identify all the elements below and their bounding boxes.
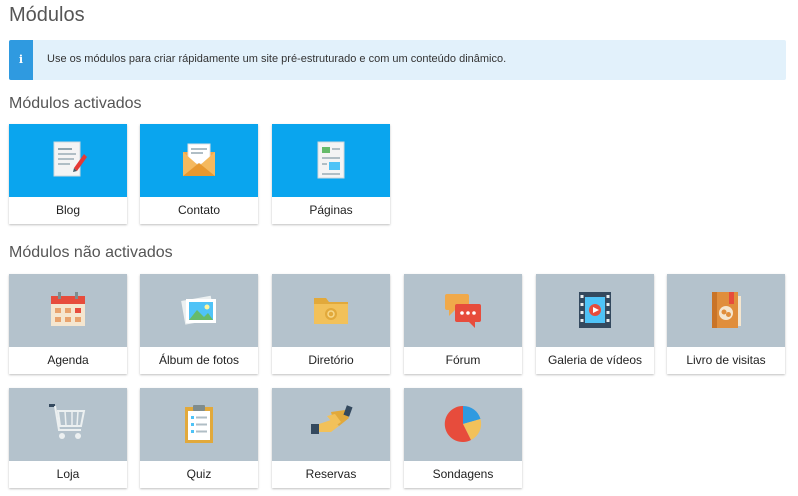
photos-icon bbox=[181, 295, 216, 325]
module-label: Sondagens bbox=[432, 467, 494, 481]
module-thumb bbox=[272, 388, 390, 461]
module-label: Agenda bbox=[47, 353, 89, 367]
module-card-livro-de-visitas[interactable]: Livro de visitas bbox=[667, 274, 785, 374]
video-film-icon bbox=[579, 292, 611, 328]
clipboard-icon bbox=[185, 405, 213, 443]
guestbook-icon bbox=[712, 292, 741, 328]
module-card-contato[interactable]: Contato bbox=[140, 124, 258, 224]
info-icon: i bbox=[9, 40, 33, 80]
module-label: Álbum de fotos bbox=[158, 353, 240, 367]
module-card-reservas[interactable]: Reservas bbox=[272, 388, 390, 488]
module-thumb bbox=[536, 274, 654, 347]
module-thumb bbox=[404, 274, 522, 347]
folder-icon bbox=[314, 298, 348, 324]
module-thumb bbox=[9, 388, 127, 461]
module-card-forum[interactable]: Fórum bbox=[404, 274, 522, 374]
module-card-quiz[interactable]: Quiz bbox=[140, 388, 258, 488]
module-thumb bbox=[272, 124, 390, 197]
active-modules-title: Módulos activados bbox=[9, 95, 142, 112]
module-thumb bbox=[9, 124, 127, 197]
handshake-icon bbox=[311, 405, 353, 434]
module-card-galeria-de-videos[interactable]: Galeria de vídeos bbox=[536, 274, 654, 374]
module-label: Reservas bbox=[305, 467, 357, 481]
module-label: Galeria de vídeos bbox=[547, 353, 643, 367]
module-label: Fórum bbox=[445, 353, 481, 367]
module-label: Páginas bbox=[309, 203, 353, 217]
calendar-icon bbox=[51, 292, 85, 326]
info-text: Use os módulos para criar rápidamente um… bbox=[47, 53, 507, 65]
module-thumb bbox=[404, 388, 522, 461]
chat-bubbles-icon bbox=[445, 294, 481, 328]
module-card-loja[interactable]: Loja bbox=[9, 388, 127, 488]
pages-icon bbox=[317, 141, 345, 179]
module-card-sondagens[interactable]: Sondagens bbox=[404, 388, 522, 488]
inactive-modules-title: Módulos não activados bbox=[9, 244, 173, 261]
module-label: Diretório bbox=[308, 353, 354, 367]
module-card-blog[interactable]: Blog bbox=[9, 124, 127, 224]
info-banner: i Use os módulos para criar rápidamente … bbox=[9, 40, 786, 80]
module-card-paginas[interactable]: Páginas bbox=[272, 124, 390, 224]
pie-chart-icon bbox=[444, 405, 482, 442]
module-label: Quiz bbox=[186, 467, 212, 481]
page-title: Módulos bbox=[9, 4, 85, 26]
module-thumb bbox=[272, 274, 390, 347]
shopping-cart-icon bbox=[49, 404, 86, 439]
module-card-album-de-fotos[interactable]: Álbum de fotos bbox=[140, 274, 258, 374]
envelope-icon bbox=[183, 143, 215, 176]
module-label: Loja bbox=[56, 467, 80, 481]
module-thumb bbox=[667, 274, 785, 347]
module-thumb bbox=[9, 274, 127, 347]
module-card-agenda[interactable]: Agenda bbox=[9, 274, 127, 374]
module-thumb bbox=[140, 274, 258, 347]
blog-document-icon bbox=[53, 141, 87, 177]
module-label: Contato bbox=[177, 203, 221, 217]
module-label: Blog bbox=[55, 203, 81, 217]
module-card-diretorio[interactable]: Diretório bbox=[272, 274, 390, 374]
module-thumb bbox=[140, 124, 258, 197]
module-thumb bbox=[140, 388, 258, 461]
module-label: Livro de visitas bbox=[686, 353, 766, 367]
